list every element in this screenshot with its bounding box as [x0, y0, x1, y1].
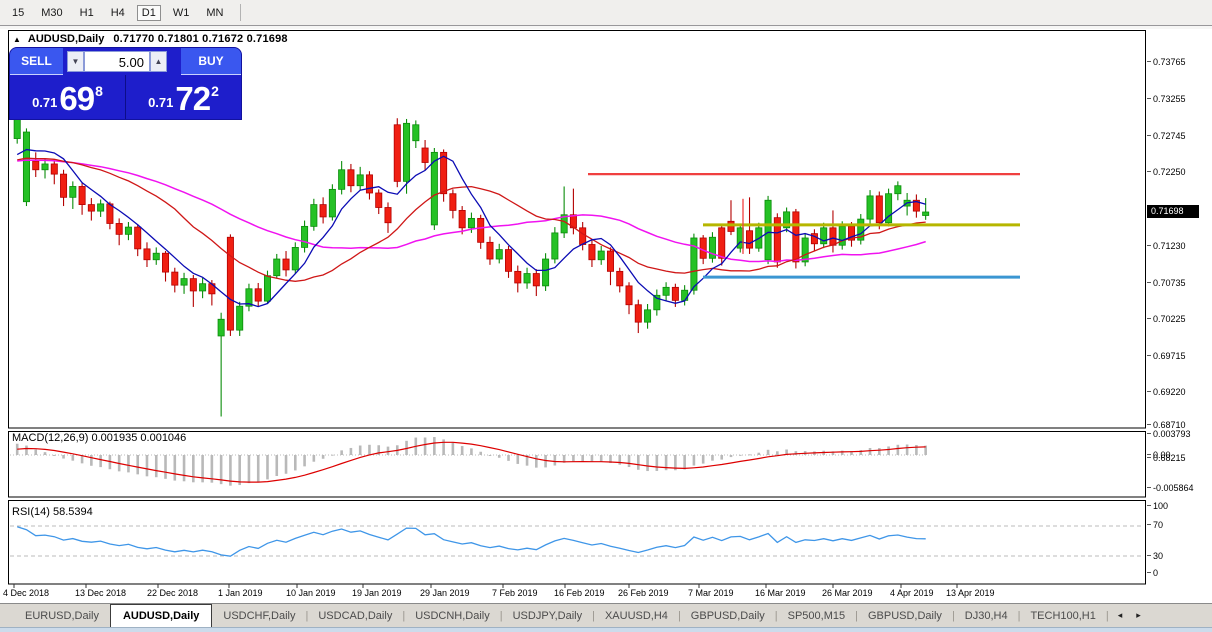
timeframe-button-h1[interactable]: H1 — [75, 5, 99, 21]
price-axis-label: 0.69220 — [1147, 387, 1186, 397]
date-axis-label: 1 Jan 2019 — [218, 588, 263, 598]
sell-price-big: 69 — [59, 80, 95, 117]
tab-gbpusd-daily[interactable]: GBPUSD,Daily — [682, 606, 774, 626]
tab-divider: | — [1105, 609, 1109, 622]
timeframe-button-15[interactable]: 15 — [7, 5, 29, 21]
date-axis-label: 26 Mar 2019 — [822, 588, 873, 598]
tab-audusd-daily[interactable]: AUDUSD,Daily — [109, 603, 213, 628]
rsi-indicator-label: RSI(14) 58.5394 — [12, 506, 93, 518]
chart-window: ▲ AUDUSD,Daily 0.71770 0.71801 0.71672 0… — [0, 29, 1212, 603]
date-axis-label: 16 Mar 2019 — [755, 588, 806, 598]
timeframe-button-w1[interactable]: W1 — [168, 5, 195, 21]
tab-eurusd-daily[interactable]: EURUSD,Daily — [16, 606, 108, 626]
buy-price[interactable]: 0.71 72 2 — [126, 75, 241, 119]
symbol-period-label: AUDUSD,Daily — [27, 33, 105, 45]
one-click-trade-panel: SELL ▼ 5.00 ▲ BUY 0.71 69 8 0.71 72 2 — [10, 48, 241, 119]
price-axis-label: 0.70225 — [1147, 314, 1186, 324]
price-axis-label: 0.71230 — [1147, 241, 1186, 251]
date-axis-label: 4 Dec 2018 — [3, 588, 50, 598]
date-axis-label: 4 Apr 2019 — [890, 588, 934, 598]
rsi-axis-label: 100 — [1146, 501, 1169, 511]
volume-decrease-button[interactable]: ▼ — [67, 51, 84, 72]
tab-sp500-m15[interactable]: SP500,M15 — [779, 606, 854, 626]
tab-gbpusd-daily[interactable]: GBPUSD,Daily — [859, 606, 951, 626]
tab-usdcad-daily[interactable]: USDCAD,Daily — [309, 606, 401, 626]
price-axis-label: 0.73765 — [1147, 57, 1186, 67]
rsi-axis-label: 30 — [1146, 551, 1164, 561]
current-price-tag: 0.71698 — [1147, 205, 1199, 218]
toolbar-separator — [240, 4, 242, 21]
date-axis-label: 13 Apr 2019 — [946, 588, 995, 598]
date-axis-label: 13 Dec 2018 — [75, 588, 127, 598]
date-axis[interactable]: 4 Dec 2018 13 Dec 2018 22 Dec 2018 1 Jan 20… — [0, 586, 1146, 603]
tab-usdjpy-daily[interactable]: USDJPY,Daily — [504, 606, 592, 626]
chart-title: ▲ AUDUSD,Daily 0.71770 0.71801 0.71672 0… — [13, 33, 288, 45]
date-axis-label: 10 Jan 2019 — [286, 588, 336, 598]
timeframe-button-mn[interactable]: MN — [201, 5, 228, 21]
chart-tabbar: EURUSD,Daily AUDUSD,Daily USDCHF,Daily | USD… — [0, 603, 1212, 628]
timeframe-button-m30[interactable]: M30 — [36, 5, 67, 21]
tab-usdchf-daily[interactable]: USDCHF,Daily — [214, 606, 304, 626]
volume-input[interactable]: 5.00 — [84, 51, 150, 72]
tab-dj30-h4[interactable]: DJ30,H4 — [956, 606, 1017, 626]
timeframe-toolbar: 15 M30 H1 H4 D1 W1 MN — [0, 0, 1212, 26]
tab-usdcnh-daily[interactable]: USDCNH,Daily — [406, 606, 499, 626]
buy-button[interactable]: BUY — [181, 48, 241, 75]
macd-axis-label: 0.00 — [1147, 450, 1171, 460]
rsi-axis-label: 70 — [1146, 520, 1164, 530]
date-axis-label: 16 Feb 2019 — [554, 588, 605, 598]
price-axis-label: 0.70735 — [1147, 278, 1186, 288]
date-axis-label: 29 Jan 2019 — [420, 588, 470, 598]
collapse-panel-icon[interactable]: ▲ — [13, 35, 21, 44]
status-strip — [0, 627, 1212, 632]
tab-tech100-h1[interactable]: TECH100,H1 — [1021, 606, 1104, 626]
timeframe-button-h4[interactable]: H4 — [106, 5, 130, 21]
date-axis-label: 22 Dec 2018 — [147, 588, 199, 598]
buy-price-big: 72 — [175, 80, 211, 117]
rsi-axis-label: 0 — [1146, 568, 1159, 578]
macd-axis-label: -0.005864 — [1147, 483, 1194, 493]
sell-price-prefix: 0.71 — [32, 95, 58, 110]
tab-scroll-right-icon[interactable]: ▸ — [1136, 610, 1141, 621]
macd-indicator-label: MACD(12,26,9) 0.001935 0.001046 — [12, 432, 187, 444]
tab-scroll-left-icon[interactable]: ◂ — [1118, 610, 1123, 621]
buy-price-pip: 2 — [211, 83, 219, 99]
volume-increase-button[interactable]: ▲ — [150, 51, 167, 72]
price-axis-label: 0.73255 — [1147, 94, 1186, 104]
date-axis-label: 7 Feb 2019 — [492, 588, 538, 598]
date-axis-label: 7 Mar 2019 — [688, 588, 734, 598]
sell-price-pip: 8 — [95, 83, 103, 99]
sell-button[interactable]: SELL — [10, 48, 63, 75]
buy-price-prefix: 0.71 — [148, 95, 174, 110]
ohlc-values: 0.71770 0.71801 0.71672 0.71698 — [113, 33, 288, 45]
macd-axis-label: 0.003793 — [1147, 429, 1191, 439]
date-axis-label: 26 Feb 2019 — [618, 588, 669, 598]
price-axis-label: 0.72250 — [1147, 167, 1186, 177]
tab-scroll-arrows: ◂ ▸ — [1118, 610, 1141, 621]
tab-xauusd-h4[interactable]: XAUUSD,H4 — [596, 606, 677, 626]
timeframe-button-d1[interactable]: D1 — [136, 4, 161, 21]
price-axis[interactable]: 0.73765 0.73255 0.72745 0.72250 0.71230 0.707… — [1146, 29, 1212, 603]
price-axis-label: 0.69715 — [1147, 351, 1186, 361]
date-axis-label: 19 Jan 2019 — [352, 588, 402, 598]
sell-price[interactable]: 0.71 69 8 — [10, 75, 126, 119]
price-axis-label: 0.72745 — [1147, 131, 1186, 141]
